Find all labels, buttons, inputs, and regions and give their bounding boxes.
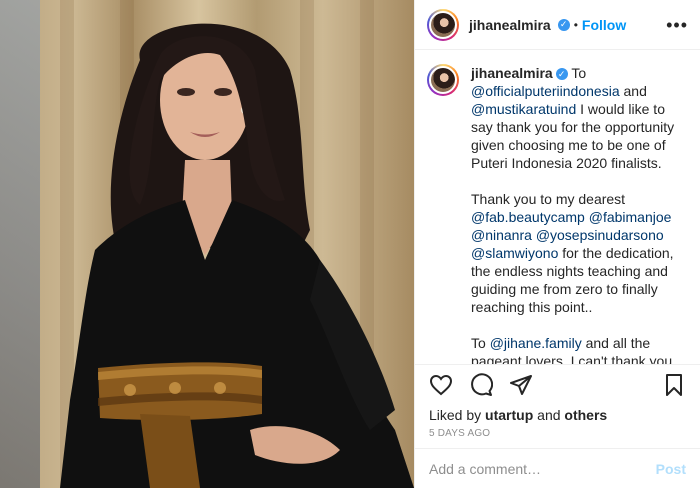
post-timestamp[interactable]: 5 DAYS AGO [415, 426, 700, 448]
mention-link[interactable]: @fab.beautycamp [471, 209, 585, 225]
caption-text-fragment: To [471, 335, 490, 351]
likes-middle: and [533, 407, 565, 423]
verified-icon: ✓ [557, 18, 570, 31]
avatar-image [429, 10, 457, 39]
caption-text: jihanealmira ✓ To @officialputeriindonesi… [471, 64, 686, 364]
comment-input[interactable] [429, 460, 656, 477]
avatar-image [429, 66, 457, 94]
more-icon[interactable]: ••• [666, 16, 688, 34]
mention-link[interactable]: @slamwiyono [471, 245, 558, 261]
action-bar [415, 364, 700, 404]
caption-paragraph: jihanealmira ✓ To @officialputeriindonesi… [471, 64, 686, 172]
mention-link[interactable]: @ninanra [471, 227, 532, 243]
liked-by-user[interactable]: utartup [485, 407, 533, 423]
instagram-post: jihanealmira ✓ • Follow ••• jihanealmira… [0, 0, 700, 488]
comment-icon[interactable] [469, 372, 493, 397]
header-username[interactable]: jihanealmira [469, 17, 551, 33]
mention-link[interactable]: @officialputeriindonesia [471, 83, 620, 99]
post-photo[interactable] [0, 0, 414, 488]
bookmark-icon[interactable] [662, 373, 686, 397]
likes-summary: Liked by utartup and others [415, 404, 700, 426]
mention-link[interactable]: @jihane.family [490, 335, 582, 351]
caption-text-fragment: and [619, 83, 647, 99]
post-comment-button[interactable]: Post [656, 461, 686, 477]
likes-others-link[interactable]: others [564, 407, 607, 423]
post-header: jihanealmira ✓ • Follow ••• [415, 0, 700, 50]
caption-avatar[interactable] [427, 64, 459, 96]
comment-form: Post [415, 448, 700, 488]
caption-intro: To [567, 65, 587, 81]
caption-paragraph: Thank you to my dearest @fab.beautycamp … [471, 190, 686, 316]
comments-area[interactable]: jihanealmira ✓ To @officialputeriindonesi… [415, 50, 700, 364]
header-separator: • [573, 17, 578, 32]
heart-icon[interactable] [429, 373, 453, 397]
caption-username[interactable]: jihanealmira [471, 65, 553, 81]
woman-portrait-image [60, 23, 414, 488]
post-side-panel: jihanealmira ✓ • Follow ••• jihanealmira… [414, 0, 700, 488]
caption-text-fragment: Thank you to my dearest [471, 191, 626, 207]
likes-prefix: Liked by [429, 407, 486, 423]
mention-link[interactable]: @fabimanjoe [589, 209, 672, 225]
caption-paragraph: To @jihane.family and all the pageant lo… [471, 334, 686, 364]
avatar[interactable] [427, 8, 459, 41]
mention-link[interactable]: @yosepsinudarsono [536, 227, 664, 243]
verified-icon: ✓ [555, 68, 568, 81]
follow-button[interactable]: Follow [582, 17, 626, 33]
mention-link[interactable]: @mustikaratuind [471, 101, 576, 117]
share-icon[interactable] [509, 373, 533, 397]
caption: jihanealmira ✓ To @officialputeriindonesi… [427, 64, 688, 364]
